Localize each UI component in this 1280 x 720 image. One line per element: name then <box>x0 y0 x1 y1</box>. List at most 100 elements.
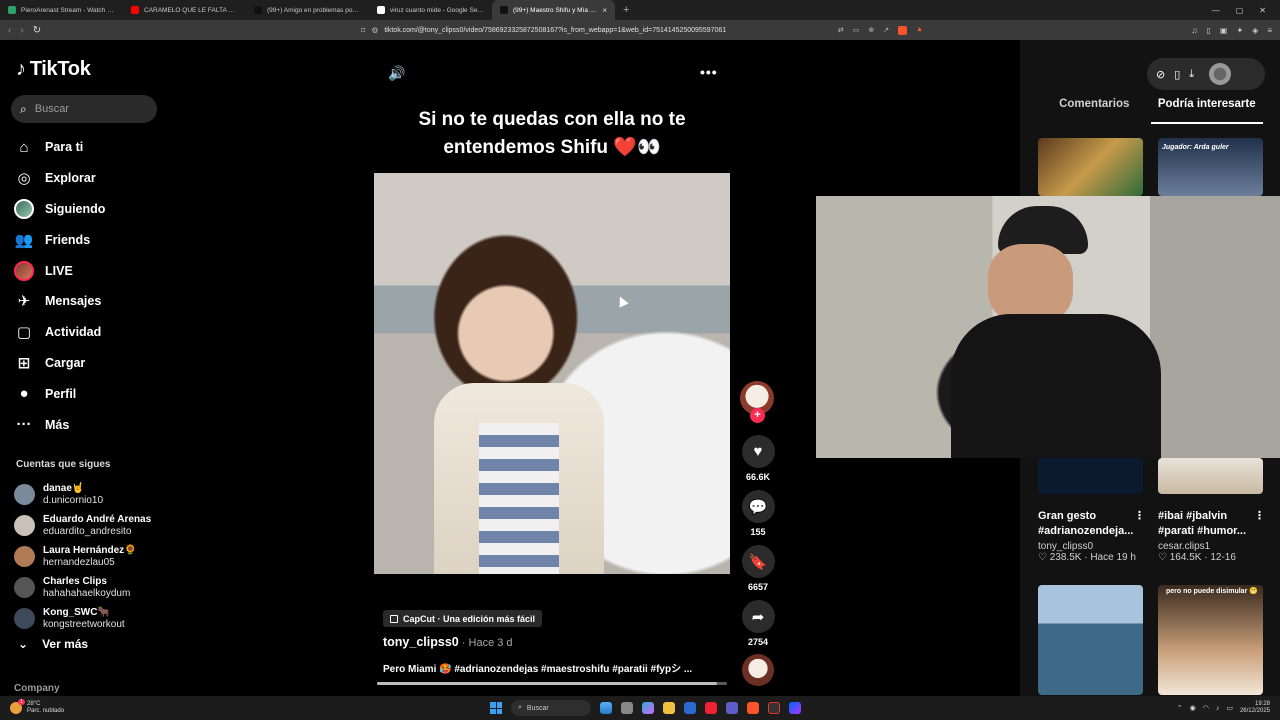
close-window-icon[interactable]: ✕ <box>1259 6 1266 15</box>
following-account[interactable]: Charles Clips hahahahaelkoydum <box>14 572 184 603</box>
close-tab-icon[interactable]: × <box>602 6 607 15</box>
maximize-icon[interactable]: ▢ <box>1236 6 1244 15</box>
sidebar-item[interactable]: Siguiendo <box>14 194 184 225</box>
like-action[interactable]: ♥ 66.6K <box>740 435 776 484</box>
more-options-icon[interactable]: ••• <box>700 64 718 80</box>
following-account[interactable]: Eduardo André Arenas eduardito_andresito <box>14 510 184 541</box>
back-icon[interactable]: ‹ <box>8 25 11 36</box>
extension-icon[interactable]: ✦ <box>1236 26 1243 35</box>
music-icon[interactable]: ♫ <box>1192 26 1198 35</box>
sidebar-item[interactable]: ⌂ Para ti <box>14 132 184 163</box>
sidebar-item[interactable]: LIVE <box>14 255 184 286</box>
sidebar-item[interactable]: ··· Más <box>14 409 184 440</box>
rewards-icon[interactable]: ▲ <box>916 26 923 35</box>
teams-icon[interactable] <box>726 702 738 714</box>
coin-icon[interactable]: ⊘ <box>1156 68 1165 81</box>
suggested-video-card[interactable]: #ibai #jbalvin #parati #humor... cesar.cl… <box>1158 509 1265 563</box>
suggested-thumb-5[interactable] <box>1038 585 1143 695</box>
messenger-icon[interactable] <box>789 702 801 714</box>
clock[interactable]: 19:28 26/12/2025 <box>1240 701 1270 715</box>
suggested-thumb-4[interactable] <box>1158 458 1263 494</box>
comment-action[interactable]: 💬 155 <box>740 490 776 539</box>
suggested-thumb-3[interactable] <box>1038 458 1143 494</box>
share-icon[interactable]: ↗ <box>883 26 889 35</box>
phone-icon[interactable]: ▯ <box>1174 68 1180 81</box>
reload-icon[interactable]: ↻ <box>33 25 41 36</box>
task-view-icon[interactable] <box>621 702 633 714</box>
video-author[interactable]: tony_clipss0 · Hace 3 d <box>383 635 513 649</box>
browser-tab[interactable]: CARAMELO QUE LE FALTA A TU PIÑA <box>123 0 246 20</box>
capcut-badge[interactable]: CapCut · Una edición más fácil <box>383 610 543 627</box>
widgets-icon[interactable] <box>600 702 612 714</box>
following-account[interactable]: Kong_SWC🐂 kongstreetworkout <box>14 603 184 634</box>
search-input[interactable]: ⌕ Buscar <box>11 95 157 123</box>
battery-icon[interactable]: ▭ <box>1226 704 1233 712</box>
suggested-thumb-1[interactable] <box>1038 138 1143 196</box>
site-info-icon[interactable]: ⚙ <box>371 26 378 35</box>
network-icon[interactable]: ◉ <box>1190 704 1196 712</box>
download-icon[interactable]: ⤓ <box>1189 68 1194 81</box>
see-more-button[interactable]: ⌄ Ver más <box>18 637 88 651</box>
card-author[interactable]: tony_clipss0 <box>1038 541 1143 552</box>
share-action[interactable]: ➦ 2754 <box>740 600 776 649</box>
browser-tab[interactable]: (99+) Maestro Shifu y Mía Lomel × <box>492 0 615 20</box>
company-link[interactable]: Company <box>14 683 60 694</box>
sidebar-item[interactable]: ◎ Explorar <box>14 163 184 194</box>
following-account[interactable]: danae🤘 d.unicornio10 <box>14 479 184 510</box>
following-account[interactable]: Laura Hernández🌻 hernandezlau05 <box>14 541 184 572</box>
sidebar-item[interactable]: ▢ Actividad <box>14 317 184 348</box>
cast-icon[interactable]: ▭ <box>853 26 860 35</box>
tiktok-logo[interactable]: ♪ TikTok <box>16 58 91 81</box>
zoom-icon[interactable]: ⊕ <box>868 26 874 35</box>
suggested-thumb-2[interactable]: Jugador: Arda guler <box>1158 138 1263 196</box>
brave-icon[interactable] <box>747 702 759 714</box>
sidebar-toggle-icon[interactable]: ▯ <box>1207 26 1211 35</box>
bookmark-icon[interactable]: 🔖 <box>741 545 775 578</box>
new-tab-button[interactable]: + <box>615 4 637 16</box>
menu-icon[interactable]: ≡ <box>1267 26 1272 35</box>
sidebar-item[interactable]: ✈ Mensajes <box>14 286 184 317</box>
browser-tab[interactable]: (99+) Amigo en problemas por amist <box>246 0 369 20</box>
weather-widget[interactable]: 1 28°C Parc. nublado <box>0 699 64 715</box>
video-progress-bar[interactable] <box>377 682 727 685</box>
save-action[interactable]: 🔖 6657 <box>740 545 776 594</box>
heart-icon[interactable]: ♥ <box>741 435 775 468</box>
wifi-icon[interactable]: ◠ <box>1203 704 1209 712</box>
user-avatar[interactable] <box>1209 63 1232 85</box>
windows-start-icon[interactable] <box>490 702 502 714</box>
share-arrow-icon[interactable]: ➦ <box>741 600 775 633</box>
bookmark-icon[interactable]: ⌑ <box>361 26 365 35</box>
video-player[interactable] <box>374 173 730 574</box>
url-field[interactable]: ⌑ ⚙ tiktok.com/@tony_clipss0/video/75869… <box>361 22 923 38</box>
volume-tray-icon[interactable]: ♪ <box>1216 705 1220 712</box>
browser-tab[interactable]: PieroArenast Stream - Watch Live on <box>0 0 123 20</box>
card-author[interactable]: cesar.clips1 <box>1158 541 1263 552</box>
app-icon[interactable] <box>705 702 717 714</box>
store-icon[interactable] <box>684 702 696 714</box>
tray-chevron-icon[interactable]: ⌃ <box>1177 704 1183 712</box>
sidebar-item[interactable]: ⊞ Cargar <box>14 348 184 379</box>
card-more-icon[interactable]: ⋮ <box>1254 509 1265 522</box>
sidebar-item[interactable]: ● Perfil <box>14 378 184 409</box>
file-explorer-icon[interactable] <box>663 702 675 714</box>
sidebar-item[interactable]: 👥 Friends <box>14 224 184 255</box>
minimize-icon[interactable]: — <box>1212 6 1220 15</box>
suggested-thumb-6[interactable]: pero no puede disimular 😬 <box>1158 585 1263 695</box>
comment-icon[interactable]: 💬 <box>741 490 775 523</box>
suggested-video-card[interactable]: Gran gesto #adrianozendeja... tony_clipss… <box>1038 509 1145 563</box>
copilot-icon[interactable] <box>642 702 654 714</box>
music-disc-avatar[interactable] <box>742 654 774 686</box>
taskbar-search[interactable]: ⌕ Buscar <box>511 700 591 716</box>
browser-tab[interactable]: viruz cuanto mide - Google Search <box>369 0 492 20</box>
card-more-icon[interactable]: ⋮ <box>1134 509 1145 522</box>
translate-icon[interactable]: ⇄ <box>838 26 844 35</box>
app2-icon[interactable] <box>768 702 780 714</box>
wallet-icon[interactable]: ▣ <box>1220 26 1228 35</box>
tab-comments[interactable]: Comentarios <box>1038 98 1151 124</box>
vpn-icon[interactable]: ◈ <box>1252 26 1258 35</box>
tab-suggested[interactable]: Podría interesarte <box>1150 98 1263 124</box>
brave-shield-icon[interactable] <box>898 25 908 35</box>
follow-plus-icon[interactable]: + <box>750 408 765 423</box>
volume-icon[interactable]: 🔊 <box>388 65 405 82</box>
creator-avatar[interactable]: + <box>740 381 774 423</box>
